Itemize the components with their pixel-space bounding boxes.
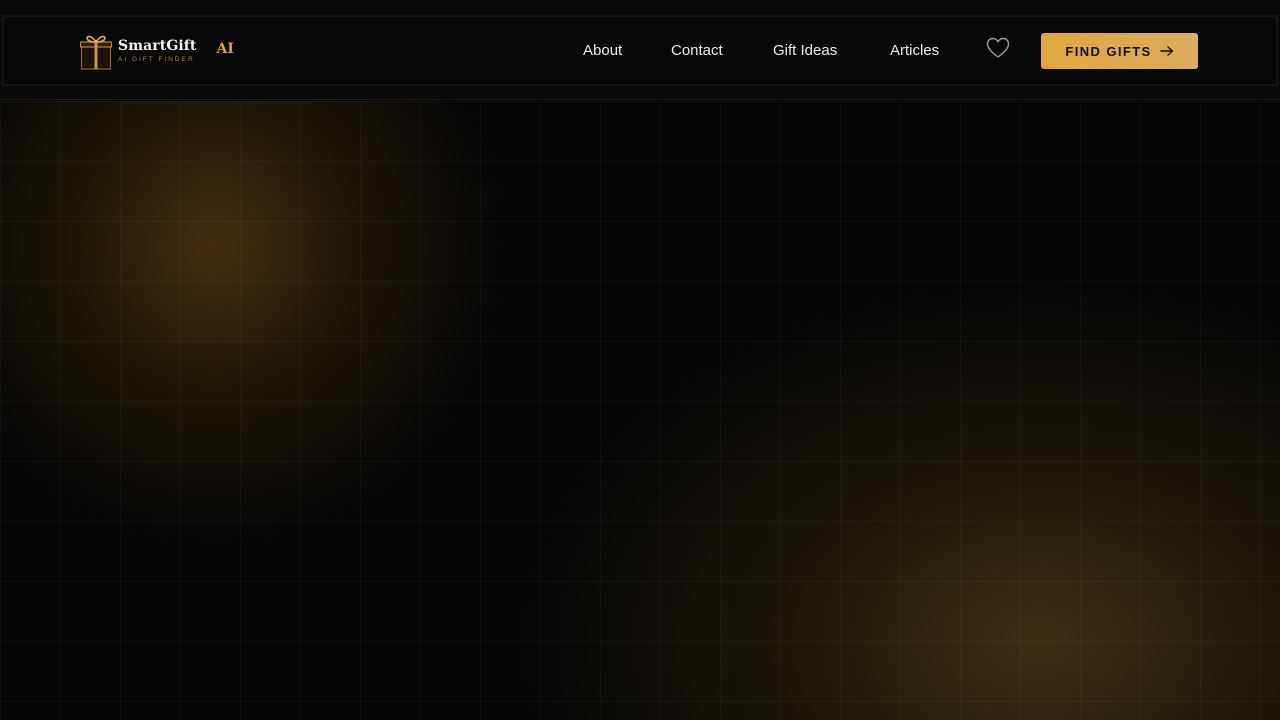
hero-background [0, 101, 1280, 720]
nav-link-gift-ideas[interactable]: Gift Ideas [773, 40, 837, 62]
heart-icon [986, 37, 1010, 58]
nav-link-articles[interactable]: Articles [890, 40, 939, 62]
arrow-right-icon [1159, 46, 1173, 56]
hero-grid-overlay [0, 101, 1280, 720]
find-gifts-label: FIND GIFTS [1065, 43, 1152, 59]
nav-link-contact[interactable]: Contact [671, 40, 723, 62]
page: SmartGift AI GIFT FINDER AI About Contac… [0, 0, 1280, 720]
find-gifts-button[interactable]: FIND GIFTS [1041, 33, 1198, 69]
favorites-button[interactable] [986, 37, 1010, 59]
nav-link-about[interactable]: About [583, 40, 622, 62]
